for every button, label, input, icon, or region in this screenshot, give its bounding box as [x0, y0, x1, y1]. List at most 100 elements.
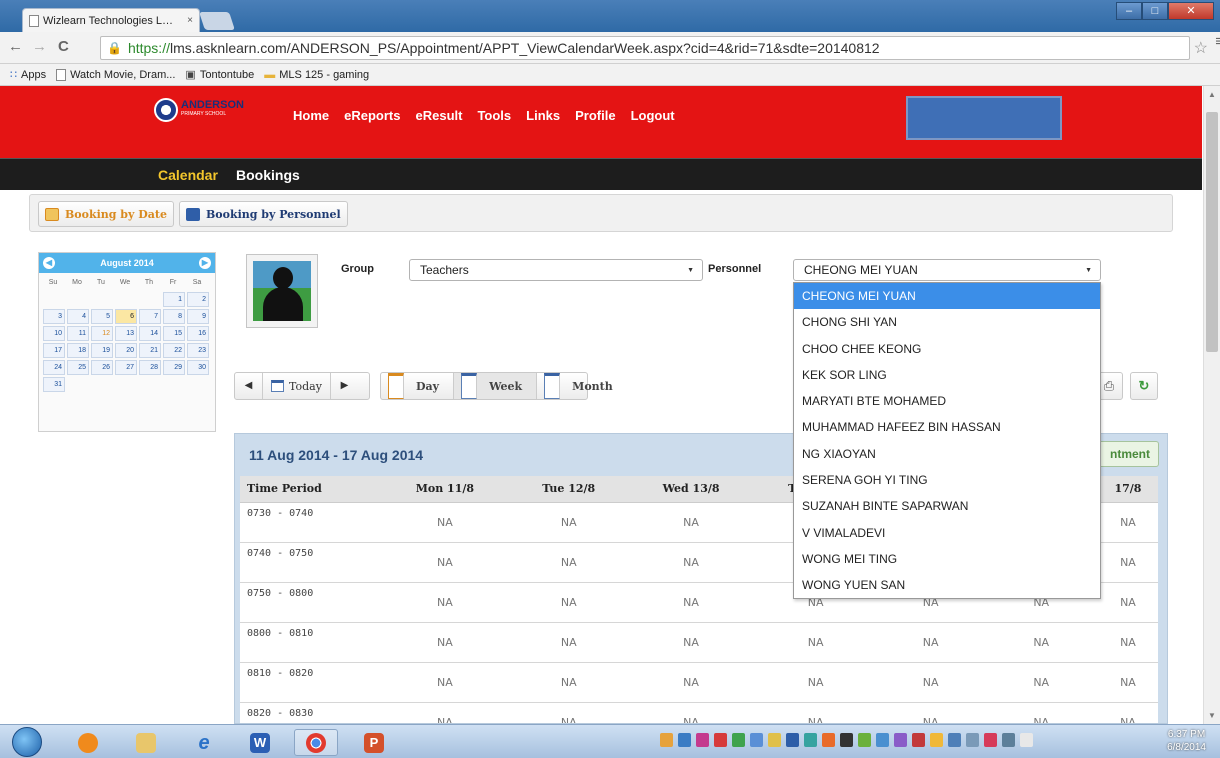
calendar-day[interactable]: 5 — [91, 309, 113, 324]
view-month-button[interactable]: Month — [537, 373, 627, 399]
bookmark-watch-movie[interactable]: Watch Movie, Dram... — [56, 68, 175, 81]
slot-cell[interactable]: NA — [380, 622, 510, 663]
browser-tab[interactable]: Wizlearn Technologies L… × — [22, 8, 200, 32]
scroll-up-icon[interactable]: ▲ — [1208, 90, 1216, 99]
calendar-day[interactable]: 21 — [139, 343, 161, 358]
slot-cell[interactable]: NA — [1097, 582, 1158, 623]
tray-icon[interactable] — [822, 733, 835, 747]
taskbar-app-media[interactable] — [66, 729, 110, 756]
tray-icon[interactable] — [912, 733, 925, 747]
nav-ereports[interactable]: eReports — [344, 108, 400, 123]
tab-close-icon[interactable]: × — [187, 15, 193, 26]
refresh-button[interactable]: ↻ — [1130, 372, 1158, 400]
nav-logout[interactable]: Logout — [631, 108, 675, 123]
tab-booking-by-date[interactable]: Booking by Date — [38, 201, 174, 227]
taskbar-app-powerpoint[interactable]: P — [352, 729, 396, 756]
reload-icon[interactable]: C — [58, 38, 69, 55]
personnel-option[interactable]: V VIMALADEVI — [794, 520, 1100, 546]
slot-cell[interactable]: NA — [1097, 542, 1158, 583]
taskbar-clock[interactable]: 6:37 PM 6/8/2014 — [1167, 728, 1206, 754]
tray-icon[interactable] — [714, 733, 727, 747]
calendar-day[interactable]: 9 — [187, 309, 209, 324]
slot-cell[interactable]: NA — [984, 662, 1098, 703]
calendar-day[interactable]: 18 — [67, 343, 89, 358]
subnav-bookings[interactable]: Bookings — [236, 167, 300, 183]
calendar-day[interactable]: 15 — [163, 326, 185, 341]
calendar-day[interactable]: 14 — [139, 326, 161, 341]
personnel-option[interactable]: MUHAMMAD HAFEEZ BIN HASSAN — [794, 414, 1100, 440]
minimize-button[interactable]: – — [1116, 2, 1142, 20]
flag-icon[interactable] — [1020, 733, 1033, 747]
slot-cell[interactable]: NA — [380, 542, 510, 583]
personnel-option[interactable]: WONG MEI TING — [794, 546, 1100, 572]
calendar-day[interactable]: 13 — [115, 326, 137, 341]
maximize-button[interactable]: □ — [1142, 2, 1168, 20]
slot-cell[interactable]: NA — [509, 502, 628, 543]
tray-icon[interactable] — [840, 733, 853, 747]
slot-cell[interactable]: NA — [984, 702, 1098, 723]
nav-eresult[interactable]: eResult — [415, 108, 462, 123]
url-input[interactable]: 🔒 https:// lms.asknlearn.com/ANDERSON_PS… — [100, 36, 1190, 60]
taskbar-app-explorer[interactable] — [124, 729, 168, 756]
slot-cell[interactable]: NA — [1097, 702, 1158, 723]
next-month-icon[interactable]: ▶ — [199, 257, 211, 269]
nav-links[interactable]: Links — [526, 108, 560, 123]
network-icon[interactable] — [1002, 733, 1015, 747]
calendar-day[interactable]: 6 — [115, 309, 137, 324]
slot-cell[interactable]: NA — [754, 662, 877, 703]
view-day-button[interactable]: Day — [381, 373, 455, 399]
slot-cell[interactable]: NA — [627, 622, 755, 663]
nav-home[interactable]: Home — [293, 108, 329, 123]
taskbar-app-word[interactable]: W — [238, 729, 282, 756]
slot-cell[interactable]: NA — [754, 622, 877, 663]
group-select[interactable]: Teachers ▼ — [409, 259, 703, 281]
view-week-button[interactable]: Week — [454, 373, 538, 399]
slot-cell[interactable]: NA — [627, 502, 755, 543]
personnel-option[interactable]: CHONG SHI YAN — [794, 309, 1100, 335]
slot-cell[interactable]: NA — [876, 702, 985, 723]
tray-icon[interactable] — [786, 733, 799, 747]
tray-icon[interactable] — [984, 733, 997, 747]
slot-cell[interactable]: NA — [380, 702, 510, 723]
new-tab-button[interactable] — [199, 12, 235, 30]
personnel-option[interactable]: SERENA GOH YI TING — [794, 467, 1100, 493]
slot-cell[interactable]: NA — [1097, 502, 1158, 543]
close-window-button[interactable]: ✕ — [1168, 2, 1214, 20]
personnel-option[interactable]: CHEONG MEI YUAN — [794, 283, 1100, 310]
prev-week-button[interactable]: ◀ — [235, 373, 263, 399]
slot-cell[interactable]: NA — [380, 582, 510, 623]
browser-menu-icon[interactable]: ≡ — [1215, 33, 1220, 50]
calendar-day[interactable]: 2 — [187, 292, 209, 307]
slot-cell[interactable]: NA — [984, 622, 1098, 663]
slot-cell[interactable]: NA — [627, 662, 755, 703]
slot-cell[interactable]: NA — [509, 702, 628, 723]
bookmark-tontontube[interactable]: ▣ Tontontube — [185, 68, 254, 82]
tray-icon[interactable] — [678, 733, 691, 747]
next-week-button[interactable]: ▶ — [329, 373, 358, 399]
slot-cell[interactable]: NA — [380, 502, 510, 543]
back-arrow-icon[interactable]: ← — [8, 38, 23, 55]
calendar-day[interactable]: 26 — [91, 360, 113, 375]
nav-profile[interactable]: Profile — [575, 108, 615, 123]
school-logo[interactable]: ANDERSON PRIMARY SCHOOL — [154, 98, 244, 122]
calendar-day[interactable]: 28 — [139, 360, 161, 375]
tray-icon[interactable] — [858, 733, 871, 747]
scroll-down-icon[interactable]: ▼ — [1208, 711, 1216, 720]
personnel-option[interactable]: CHOO CHEE KEONG — [794, 336, 1100, 362]
calendar-day[interactable]: 31 — [43, 377, 65, 392]
calendar-day[interactable]: 24 — [43, 360, 65, 375]
slot-cell[interactable]: NA — [627, 542, 755, 583]
personnel-select[interactable]: CHEONG MEI YUAN ▼ — [793, 259, 1101, 281]
bookmark-apps[interactable]: ∷ Apps — [10, 68, 46, 82]
volume-icon[interactable] — [966, 733, 979, 747]
tray-icon[interactable] — [660, 733, 673, 747]
bookmark-mls125[interactable]: ▬ MLS 125 - gaming — [264, 69, 369, 81]
slot-cell[interactable]: NA — [509, 582, 628, 623]
tray-icon[interactable] — [732, 733, 745, 747]
calendar-day[interactable]: 30 — [187, 360, 209, 375]
subnav-calendar[interactable]: Calendar — [158, 167, 218, 183]
tray-icon[interactable] — [750, 733, 763, 747]
calendar-day[interactable]: 29 — [163, 360, 185, 375]
personnel-option[interactable]: NG XIAOYAN — [794, 441, 1100, 467]
calendar-day[interactable]: 12 — [91, 326, 113, 341]
